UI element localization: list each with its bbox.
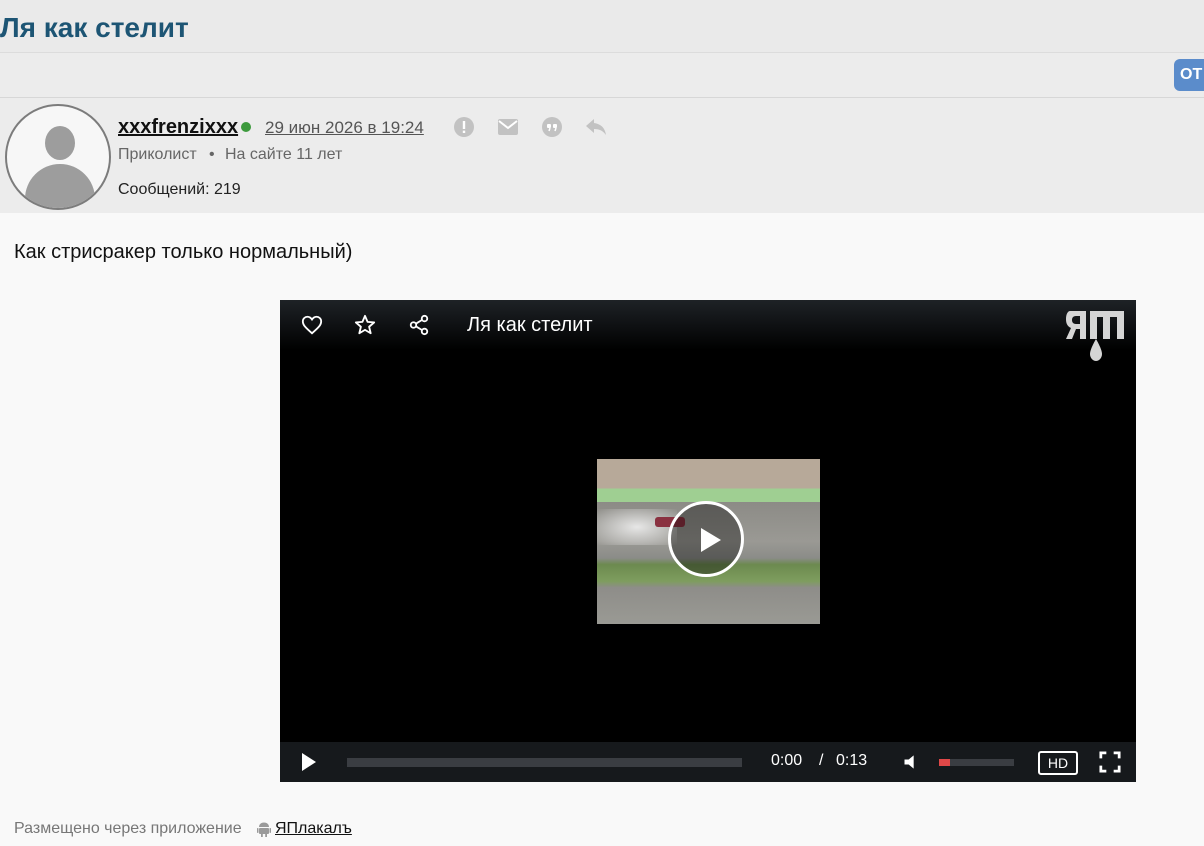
avatar-body-shape bbox=[25, 164, 95, 208]
volume-slider[interactable] bbox=[939, 759, 1014, 766]
reply-icon[interactable] bbox=[584, 115, 608, 139]
post-date-link[interactable]: 29 июн 2026 в 19:24 bbox=[265, 118, 424, 138]
duration: 0:13 bbox=[836, 752, 868, 769]
share-icon[interactable] bbox=[408, 314, 430, 336]
time-separator: / bbox=[819, 752, 824, 769]
hd-toggle[interactable]: HD bbox=[1038, 751, 1078, 775]
user-member-since: На сайте 11 лет bbox=[225, 146, 343, 163]
topic-header: Ля как стелит bbox=[0, 0, 1204, 53]
volume-icon[interactable] bbox=[902, 752, 922, 772]
reply-button[interactable]: ОТ bbox=[1174, 59, 1204, 91]
fullscreen-icon[interactable] bbox=[1099, 751, 1121, 773]
user-meta-separator: • bbox=[209, 146, 215, 163]
video-player[interactable]: Ля как стелит 0:00 / 0:13 HD bbox=[280, 300, 1136, 782]
yaplakal-logo-icon bbox=[1066, 311, 1124, 361]
player-title: Ля как стелит bbox=[467, 314, 593, 336]
report-icon[interactable] bbox=[452, 115, 476, 139]
play-button[interactable] bbox=[300, 752, 320, 772]
topic-toolbar bbox=[0, 53, 1204, 98]
android-icon bbox=[257, 822, 271, 837]
user-rank: Приколист bbox=[118, 146, 197, 163]
heart-icon[interactable] bbox=[301, 314, 323, 336]
quote-icon[interactable] bbox=[540, 115, 564, 139]
app-link[interactable]: ЯПлакалъ bbox=[275, 820, 352, 838]
author-username[interactable]: xxxfrenzixxx bbox=[118, 116, 238, 139]
player-controls: 0:00 / 0:13 HD bbox=[280, 742, 1136, 782]
progress-bar[interactable] bbox=[347, 758, 742, 767]
current-time: 0:00 bbox=[771, 752, 803, 769]
star-icon[interactable] bbox=[354, 314, 376, 336]
user-post-count: Сообщений: 219 bbox=[118, 181, 241, 198]
topic-title: Ля как стелит bbox=[0, 12, 189, 43]
avatar[interactable] bbox=[5, 104, 111, 210]
big-play-button[interactable] bbox=[668, 501, 744, 577]
posted-via-note: Размещено через приложение bbox=[14, 820, 242, 837]
avatar-head-shape bbox=[45, 126, 75, 160]
online-status-dot bbox=[241, 122, 251, 132]
thumbnail-smoke-shape bbox=[597, 509, 677, 545]
volume-fill bbox=[939, 759, 951, 766]
post-body-text: Как стрисракер только нормальный) bbox=[14, 241, 353, 263]
mail-icon[interactable] bbox=[496, 115, 520, 139]
